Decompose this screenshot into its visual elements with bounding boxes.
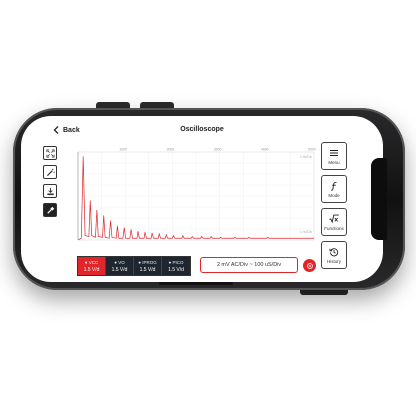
- channel-selector: ● VCC 1.5 V/d ● VO 1.5 V/d ● IPROG 1.5 V…: [77, 256, 191, 276]
- x-tick-label: 4000: [261, 148, 269, 152]
- oscilloscope-plot[interactable]: 1000 2000 3000 4000 5000 1 Hz/Div 1 Hz/Div: [66, 146, 316, 244]
- history-button[interactable]: History: [321, 241, 347, 269]
- functions-label: Functions: [324, 225, 344, 231]
- probe-button[interactable]: [43, 203, 57, 217]
- run-icon: [306, 262, 313, 269]
- x-tick-label: 1000: [119, 148, 127, 152]
- x-tick-label: 3000: [214, 148, 222, 152]
- side-notch: [371, 158, 387, 240]
- channel-name: VCC: [88, 259, 99, 265]
- hamburger-icon: [330, 149, 338, 156]
- download-icon: [46, 187, 54, 195]
- x-tick-label: 2000: [167, 148, 175, 152]
- channel-dot: ●: [138, 259, 141, 265]
- channel-scale: 1.5 V/d: [168, 266, 184, 273]
- channel-dot: ●: [114, 259, 117, 265]
- run-stop-button[interactable]: [303, 259, 316, 272]
- page-title: Oscilloscope: [180, 126, 224, 133]
- corner-scale-label: 1 Hz/Div: [300, 155, 312, 159]
- channel-pico[interactable]: ● PICO 1.5 V/d: [162, 257, 190, 275]
- sqrt-x-icon: [329, 214, 339, 224]
- plot-grid: 1000 2000 3000 4000 5000 1 Hz/Div 1 Hz/Div: [77, 148, 316, 241]
- corner-scale-label: 1 Hz/Div: [300, 230, 312, 234]
- history-label: History: [326, 258, 341, 264]
- home-indicator: [159, 282, 233, 285]
- channel-iprog[interactable]: ● IPROG 1.5 V/d: [134, 257, 162, 275]
- channel-name: PICO: [172, 259, 184, 265]
- channel-scale: 1.5 V/d: [139, 266, 156, 273]
- menu-button[interactable]: Menu: [321, 142, 347, 170]
- channel-dot: ●: [168, 259, 172, 265]
- probe-icon: [46, 206, 54, 214]
- fit-button[interactable]: [43, 146, 57, 160]
- history-icon: [329, 247, 339, 256]
- magic-wand-icon: [46, 168, 55, 176]
- channel-scale: 1.5 V/d: [111, 266, 128, 273]
- functions-button[interactable]: Functions: [321, 208, 347, 236]
- scale-status: 2 mV AC/Div ~ 100 uS/Div: [200, 257, 298, 273]
- mode-button[interactable]: Mode: [321, 175, 347, 203]
- function-f-icon: [330, 181, 337, 191]
- app-screen: Back Oscilloscope 1000 2000 3000 4000 5000 1 …: [21, 116, 383, 282]
- x-tick-label: 5000: [308, 148, 316, 152]
- channel-vo[interactable]: ● VO 1.5 V/d: [106, 257, 134, 275]
- channel-dot: ●: [84, 259, 88, 265]
- menu-label: Menu: [328, 159, 340, 165]
- channel-scale: 1.5 V/d: [83, 266, 100, 273]
- channel-name: VO: [118, 259, 125, 265]
- mode-label: Mode: [328, 192, 340, 198]
- auto-set-button[interactable]: [43, 165, 57, 179]
- download-button[interactable]: [43, 184, 57, 198]
- channel-name: IPROG: [142, 259, 157, 265]
- fit-icon: [45, 148, 55, 158]
- channel-vcc[interactable]: ● VCC 1.5 V/d: [78, 257, 106, 275]
